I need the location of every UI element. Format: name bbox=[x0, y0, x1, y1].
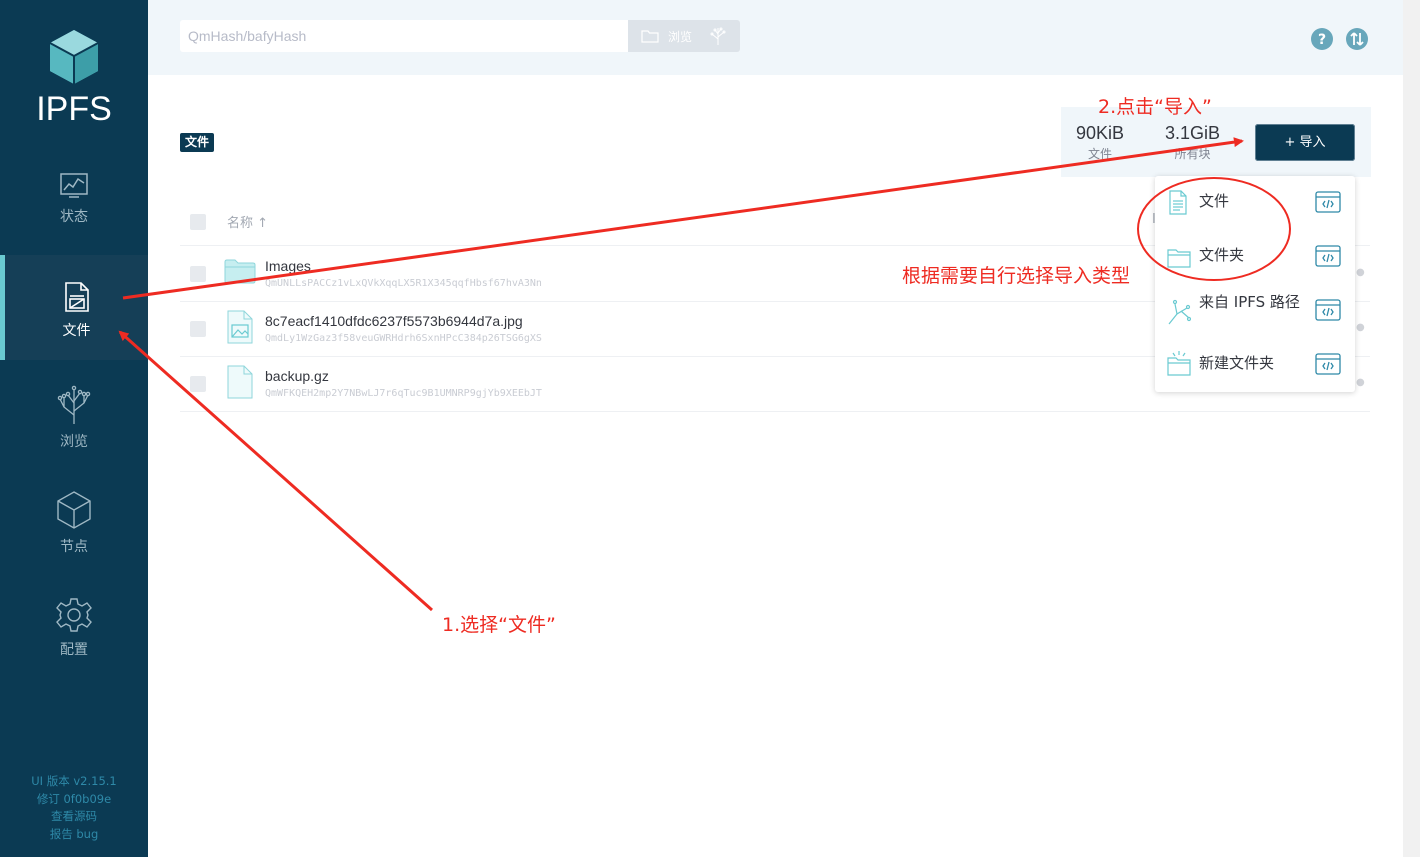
logo-text: IPFS bbox=[36, 90, 112, 128]
sidebar-item-explore[interactable]: 浏览 bbox=[0, 385, 148, 490]
cli-tutorial-icon[interactable] bbox=[1315, 353, 1341, 375]
cli-tutorial-icon[interactable] bbox=[1315, 245, 1341, 267]
import-button[interactable]: + 导入 bbox=[1255, 124, 1355, 161]
row-checkbox[interactable] bbox=[190, 376, 206, 392]
report-bug-link[interactable]: 报告 bug bbox=[0, 826, 148, 844]
more-options-icon[interactable]: ● bbox=[1356, 377, 1365, 388]
search-input[interactable]: QmHash/bafyHash bbox=[180, 20, 628, 52]
sidebar-item-peers[interactable]: 节点 bbox=[0, 490, 148, 595]
peers-cube-icon bbox=[57, 491, 91, 529]
scrollbar[interactable] bbox=[1403, 0, 1420, 857]
menu-item-label: 文件夹 bbox=[1199, 246, 1245, 264]
import-dropdown-menu: 文件 文件夹 来自 IPFS 路径 新建文件夹 bbox=[1155, 176, 1355, 392]
stat-value: 90KiB bbox=[1076, 123, 1125, 143]
more-options-icon[interactable]: ● bbox=[1356, 322, 1365, 333]
row-checkbox[interactable] bbox=[190, 266, 206, 282]
cli-tutorial-icon[interactable] bbox=[1315, 299, 1341, 321]
file-hash: QmdLy1WzGaz3f58veuGWRHdrh6SxnHPcC384p26T… bbox=[265, 333, 542, 344]
file-hash: QmWFKQEH2mp2Y7NBwLJ7r6qTuc9B1UMNRP9gjYb9… bbox=[265, 388, 542, 399]
sidebar-item-label: 状态 bbox=[60, 209, 88, 225]
sidebar-item-label: 节点 bbox=[60, 539, 88, 555]
browse-label: 浏览 bbox=[668, 30, 693, 44]
version-info: UI 版本 v2.15.1 修订 0f0b09e 查看源码 报告 bug bbox=[0, 773, 148, 843]
revision-link[interactable]: 修订 0f0b09e bbox=[0, 791, 148, 809]
sidebar: IPFS 状态 文件 浏览 节点 配置 UI 版本 v2.15.1 修订 0f0… bbox=[0, 0, 148, 857]
source-code-link[interactable]: 查看源码 bbox=[0, 808, 148, 826]
annotation-step2: 2.点击“导入” bbox=[1098, 96, 1212, 118]
menu-item-label: 文件 bbox=[1199, 192, 1230, 210]
select-all-checkbox[interactable] bbox=[190, 214, 206, 230]
sidebar-item-label: 文件 bbox=[62, 323, 91, 339]
import-menu-item-file[interactable]: 文件 bbox=[1155, 176, 1355, 230]
file-hash: QmUNLLsPACCz1vLxQVkXqqLX5R1X345qqfHbsf67… bbox=[265, 278, 542, 289]
folder-icon bbox=[641, 30, 659, 43]
import-menu-item-ipfs-path[interactable]: 来自 IPFS 路径 bbox=[1155, 284, 1355, 338]
annotation-step1: 1.选择“文件” bbox=[442, 614, 556, 636]
ipfs-path-icon bbox=[1168, 299, 1191, 325]
menu-item-label: 新建文件夹 bbox=[1199, 354, 1275, 372]
status-chart-icon bbox=[60, 173, 88, 198]
ui-version: UI 版本 v2.15.1 bbox=[31, 774, 117, 788]
new-folder-icon bbox=[1167, 351, 1191, 376]
explore-tree-icon bbox=[57, 385, 91, 424]
file-name[interactable]: 8c7eacf1410dfdc6237f5573b6944d7a.jpg bbox=[265, 313, 523, 329]
name-column-header[interactable]: 名称 ↑ bbox=[227, 212, 268, 231]
svg-text:?: ? bbox=[1318, 32, 1326, 48]
cli-tutorial-icon[interactable] bbox=[1315, 191, 1341, 213]
stat-value: 3.1GiB bbox=[1165, 123, 1221, 143]
folder-icon bbox=[1167, 249, 1191, 268]
menu-item-label: 来自 IPFS 路径 bbox=[1199, 293, 1300, 311]
sidebar-item-label: 配置 bbox=[60, 642, 88, 658]
stat-all-blocks: 3.1GiB 所有块 bbox=[1165, 123, 1220, 162]
breadcrumb[interactable]: 文件 bbox=[180, 133, 215, 152]
ipld-explore-icon bbox=[710, 27, 726, 45]
stat-label: 所有块 bbox=[1174, 147, 1211, 161]
folder-icon bbox=[224, 259, 256, 284]
more-options-icon[interactable]: ● bbox=[1356, 267, 1365, 278]
sidebar-item-files[interactable]: 文件 bbox=[0, 255, 148, 360]
help-icon[interactable]: ? bbox=[1310, 27, 1334, 51]
ipfs-cube-logo-icon bbox=[49, 30, 99, 84]
image-file-icon bbox=[227, 310, 253, 344]
sidebar-item-settings[interactable]: 配置 bbox=[0, 597, 148, 702]
import-menu-item-folder[interactable]: 文件夹 bbox=[1155, 230, 1355, 284]
file-icon bbox=[227, 365, 253, 399]
settings-gear-icon bbox=[56, 598, 92, 632]
annotation-note: 根据需要自行选择导入类型 bbox=[902, 265, 1131, 287]
files-icon bbox=[64, 282, 89, 312]
row-checkbox[interactable] bbox=[190, 321, 206, 337]
top-bar: QmHash/bafyHash 浏览 ? bbox=[148, 0, 1403, 75]
document-icon bbox=[1169, 190, 1187, 215]
ipfs-logo[interactable]: IPFS bbox=[0, 28, 148, 129]
file-name[interactable]: Images bbox=[265, 258, 311, 274]
stat-files: 90KiB 文件 bbox=[1076, 123, 1124, 162]
sidebar-item-label: 浏览 bbox=[60, 434, 88, 450]
sync-icon[interactable] bbox=[1345, 27, 1369, 51]
browse-button[interactable]: 浏览 bbox=[628, 20, 740, 52]
file-name[interactable]: backup.gz bbox=[265, 368, 329, 384]
stat-label: 文件 bbox=[1088, 147, 1113, 161]
import-menu-item-new-folder[interactable]: 新建文件夹 bbox=[1155, 338, 1355, 392]
